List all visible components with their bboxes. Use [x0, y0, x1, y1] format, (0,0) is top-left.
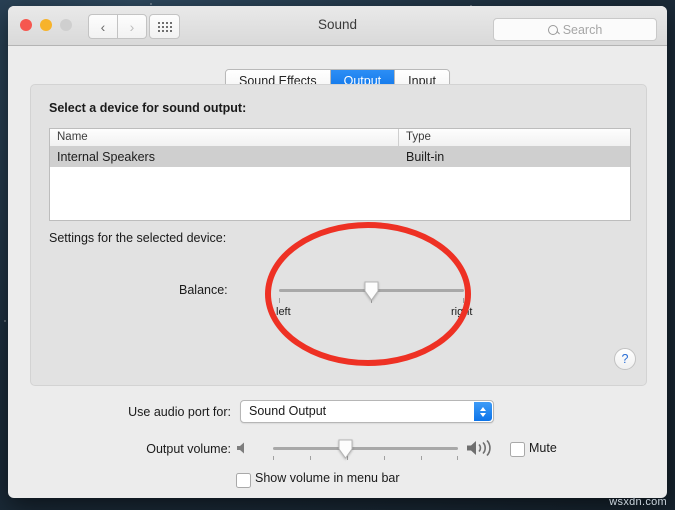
volume-tick — [310, 456, 311, 460]
volume-tick — [457, 456, 458, 460]
show-volume-checkbox[interactable] — [236, 473, 251, 488]
balance-min-label: left — [276, 306, 291, 318]
balance-tick-right — [463, 298, 464, 303]
search-placeholder: Search — [562, 22, 603, 37]
output-volume-label: Output volume: — [146, 442, 231, 456]
output-volume-row: Output volume: Mute — [8, 436, 667, 460]
column-header-name: Name — [50, 129, 399, 146]
cell-device-type: Built-in — [406, 150, 445, 164]
show-volume-label: Show volume in menu bar — [255, 471, 400, 485]
audio-port-label: Use audio port for: — [128, 405, 231, 419]
cell-device-name: Internal Speakers — [57, 150, 155, 164]
settings-prompt-label: Settings for the selected device: — [49, 231, 227, 245]
table-header-row: Name Type — [50, 129, 630, 147]
volume-tick — [384, 456, 385, 460]
device-table[interactable]: Name Type Internal Speakers Built-in — [49, 128, 631, 221]
output-settings-panel: Select a device for sound output: Name T… — [30, 84, 647, 386]
window-titlebar: ‹ › Sound Search — [8, 6, 667, 46]
balance-slider-thumb[interactable] — [364, 281, 379, 301]
volume-slider-thumb[interactable] — [338, 439, 353, 459]
mute-checkbox[interactable] — [510, 442, 525, 457]
sound-preferences-window: ‹ › Sound Search Sound Effects Output In… — [8, 6, 667, 498]
volume-slider-track — [273, 447, 458, 450]
table-row[interactable]: Internal Speakers Built-in — [50, 147, 630, 167]
mute-label: Mute — [529, 441, 557, 455]
audio-port-select[interactable]: Sound Output — [240, 400, 494, 423]
watermark: wsxdn.com — [609, 496, 667, 508]
search-input[interactable]: Search — [493, 18, 657, 41]
search-icon — [547, 24, 558, 35]
help-button[interactable]: ? — [614, 348, 636, 370]
volume-tick — [273, 456, 274, 460]
chevron-updown-icon[interactable] — [474, 402, 492, 421]
device-prompt-label: Select a device for sound output: — [49, 101, 247, 115]
column-header-type: Type — [406, 131, 431, 143]
speaker-high-icon — [467, 439, 491, 457]
balance-label: Balance: — [179, 283, 228, 297]
speaker-low-icon — [237, 442, 244, 454]
balance-tick-left — [279, 298, 280, 303]
balance-max-label: right — [451, 306, 473, 318]
audio-port-value: Sound Output — [249, 404, 327, 418]
volume-tick — [421, 456, 422, 460]
